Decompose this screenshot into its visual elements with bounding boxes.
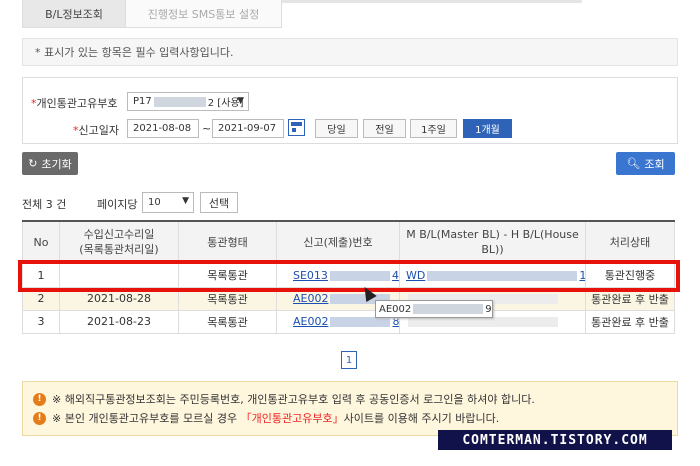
search-form: *개인통관고유부호 P17 2 [사용] ▼ *신고일자 2021-08-08 ~… <box>22 77 678 144</box>
col-status: 처리상태 <box>585 220 675 264</box>
total-count: 전체 3 건 <box>22 198 67 211</box>
per-page-select[interactable]: 10 ▼ <box>142 192 194 213</box>
tooltip: AE002 9 <box>375 300 493 318</box>
tab-bar: B/L정보조회 진행정보 SMS통보 설정 <box>22 0 282 28</box>
date-separator: ~ <box>202 122 212 135</box>
chevron-down-icon: ▼ <box>237 96 244 106</box>
page-1-button[interactable]: 1 <box>341 351 357 369</box>
table-row: 3 2021-08-23 목록통관 AE002886 통관완료 후 반출 <box>22 310 675 334</box>
tab-bl-info[interactable]: B/L정보조회 <box>22 0 126 28</box>
date-to-input[interactable]: 2021-09-07 <box>212 119 284 138</box>
warning-line-1: ! ※ 해외직구통관정보조회는 주민등록번호, 개인통관고유부호 입력 후 공동… <box>33 391 535 407</box>
pccc-select[interactable]: P17 2 [사용] ▼ <box>127 92 249 111</box>
per-page-label: 페이지당 <box>97 198 138 211</box>
watermark: COMTERMAN.TISTORY.COM <box>438 430 672 450</box>
warning-icon: ! <box>33 411 46 425</box>
col-declaration-no: 신고(제출)번호 <box>276 220 400 264</box>
date-from-input[interactable]: 2021-08-08 <box>127 119 199 138</box>
masked-value <box>153 96 206 107</box>
period-week-button[interactable]: 1주일 <box>410 119 457 138</box>
period-month-button[interactable]: 1개월 <box>463 119 512 138</box>
pccc-label: *개인통관고유부호 <box>31 97 118 110</box>
refresh-icon: ↻ <box>28 157 38 170</box>
calendar-icon[interactable] <box>288 119 305 136</box>
warning-line-2: ! ※ 본인 개인통관고유부호를 모르실 경우 「개인통관고유부호」사이트를 이… <box>33 410 499 426</box>
chevron-down-icon: ▼ <box>182 196 189 206</box>
choose-button[interactable]: 선택 <box>200 192 238 213</box>
period-today-button[interactable]: 당일 <box>315 119 358 138</box>
tab-underline <box>282 0 582 3</box>
col-clearance-type: 통관형태 <box>178 220 277 264</box>
highlight-box <box>18 260 680 292</box>
row-no: 3 <box>22 310 60 334</box>
col-accept-date: 수입신고수리일 (목록통관처리일) <box>59 220 179 264</box>
row-status: 통관완료 후 반출 <box>585 310 675 334</box>
search-icon: 🔍︎ <box>626 157 641 170</box>
search-button[interactable]: 🔍︎ 조회 <box>616 152 675 175</box>
col-no: No <box>22 220 60 264</box>
row-date: 2021-08-23 <box>59 310 179 334</box>
date-label: *신고일자 <box>73 124 119 137</box>
row-type: 목록통관 <box>178 310 277 334</box>
tab-sms-setting[interactable]: 진행정보 SMS통보 설정 <box>126 0 282 28</box>
warning-box: ! ※ 해외직구통관정보조회는 주민등록번호, 개인통관고유부호 입력 후 공동… <box>22 381 678 436</box>
pccc-site-link[interactable]: 「개인통관고유부호」 <box>241 412 344 425</box>
warning-icon: ! <box>33 392 46 406</box>
col-bl: M B/L(Master BL) - H B/L(House BL)) <box>399 220 586 264</box>
reset-button[interactable]: ↻ 초기화 <box>22 152 78 175</box>
required-notice: * 표시가 있는 항목은 필수 입력사항입니다. <box>22 38 678 66</box>
period-yesterday-button[interactable]: 전일 <box>363 119 406 138</box>
